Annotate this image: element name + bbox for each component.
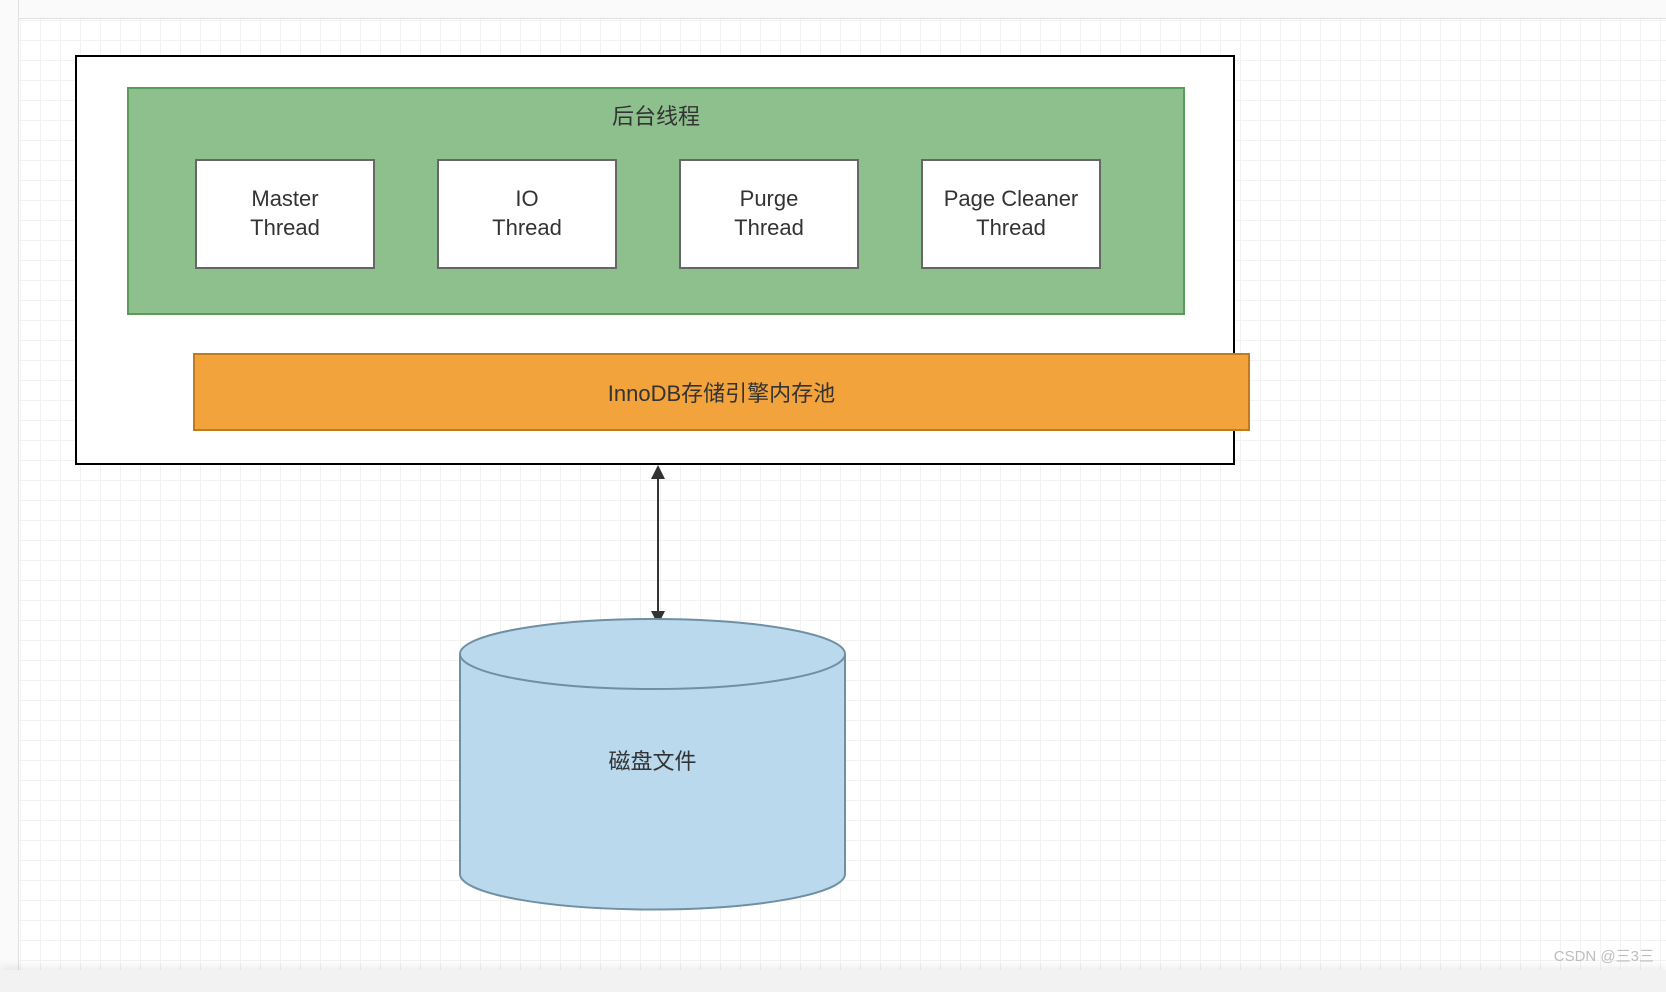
page-cleaner-thread-box: Page Cleaner Thread — [921, 159, 1101, 269]
double-arrow-icon — [648, 465, 668, 625]
purge-thread-box: Purge Thread — [679, 159, 859, 269]
ruler-left — [0, 0, 19, 992]
bottom-bar — [0, 970, 1666, 992]
outer-container: 后台线程 Master Thread IO Thread Purge Threa… — [75, 55, 1235, 465]
master-thread-box: Master Thread — [195, 159, 375, 269]
memory-pool-box: InnoDB存储引擎内存池 — [193, 353, 1250, 431]
ruler-top — [0, 0, 1666, 19]
watermark-text: CSDN @三3三 — [1554, 945, 1654, 966]
disk-label: 磁盘文件 — [455, 744, 850, 776]
background-threads-group: 后台线程 Master Thread IO Thread Purge Threa… — [127, 87, 1185, 315]
disk-cylinder: 磁盘文件 — [455, 614, 850, 914]
io-thread-box: IO Thread — [437, 159, 617, 269]
background-threads-title: 后台线程 — [129, 99, 1183, 131]
